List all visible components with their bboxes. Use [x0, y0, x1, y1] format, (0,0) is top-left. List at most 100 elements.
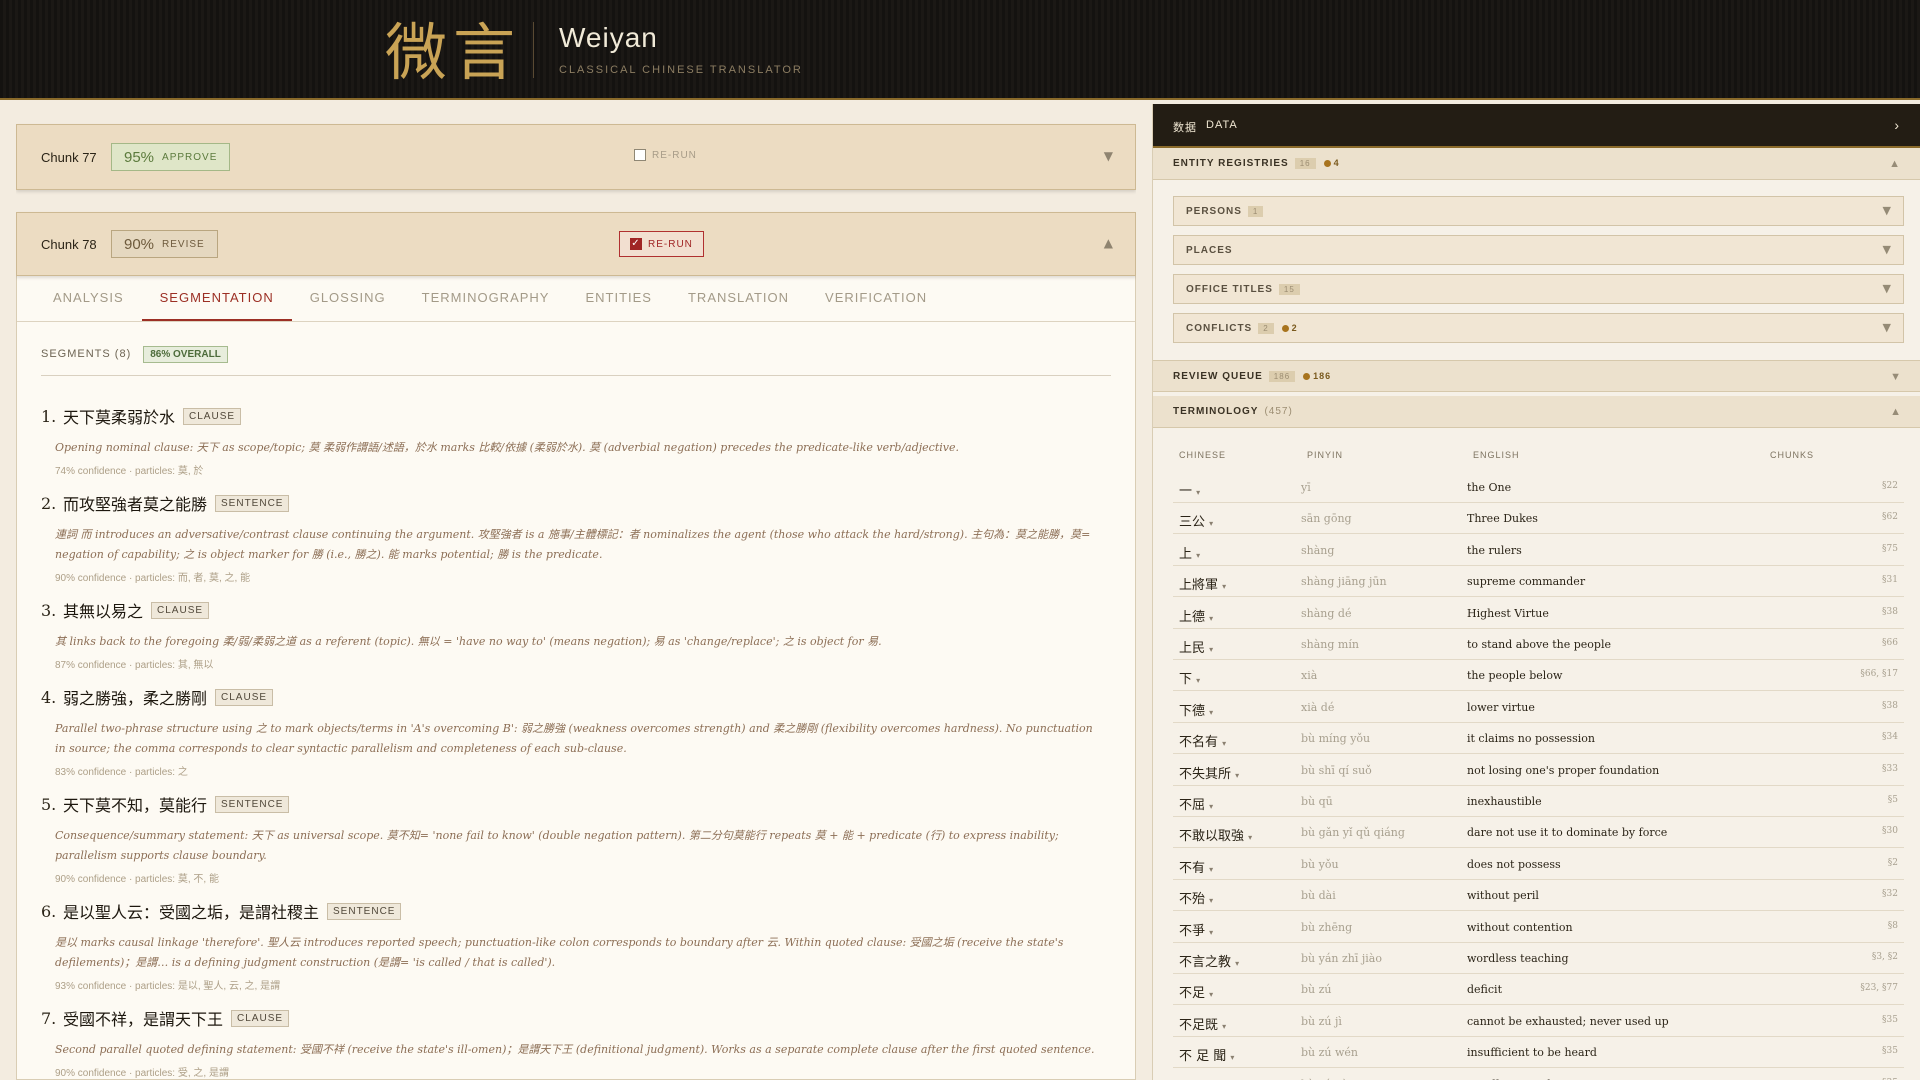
chevron-down-icon[interactable]: ▾	[1196, 488, 1200, 497]
table-row[interactable]: 下德 ▾ xià dé lower virtue §38	[1173, 692, 1904, 723]
chevron-down-icon[interactable]: ▾	[1209, 865, 1213, 874]
column-header[interactable]: PINYIN	[1307, 450, 1343, 460]
tab-terminography[interactable]: TERMINOGRAPHY	[404, 276, 568, 321]
term-english: cannot be exhausted; never used up	[1467, 1014, 1669, 1028]
term-chunks[interactable]: §2	[1888, 858, 1898, 868]
review-queue-header[interactable]: REVIEW QUEUE 186 186 ▼	[1153, 360, 1920, 392]
column-header[interactable]: CHUNKS	[1770, 450, 1814, 460]
tab-glossing[interactable]: GLOSSING	[292, 276, 404, 321]
table-row[interactable]: 不失其所 ▾ bù shī qí suǒ not losing one's prop…	[1173, 755, 1904, 786]
chevron-down-icon[interactable]: ▾	[1235, 771, 1239, 780]
chevron-down-icon[interactable]: ▼	[1883, 282, 1891, 295]
table-row[interactable]: 下 ▾ xià the people below §66, §17	[1173, 660, 1904, 692]
chevron-down-icon[interactable]: ▾	[1248, 833, 1252, 842]
tab-verification[interactable]: VERIFICATION	[807, 276, 945, 321]
term-chunks[interactable]: §3, §2	[1872, 952, 1898, 962]
chevron-up-icon[interactable]: ▲	[1104, 236, 1113, 250]
term-chunks[interactable]: §66	[1882, 638, 1898, 648]
chevron-down-icon[interactable]: ▾	[1209, 896, 1213, 905]
table-row[interactable]: 上德 ▾ shàng dé Highest Virtue §38	[1173, 598, 1904, 629]
term-chunks[interactable]: §30	[1882, 826, 1898, 836]
term-chunks[interactable]: §75	[1882, 544, 1898, 554]
chevron-down-icon[interactable]: ▾	[1196, 676, 1200, 685]
rerun-toggle[interactable]: RE-RUN	[634, 149, 697, 161]
term-chunks[interactable]: §38	[1882, 607, 1898, 617]
chevron-up-icon[interactable]: ▲	[1890, 406, 1901, 418]
table-row[interactable]: 不敢以取強 ▾ bù gǎn yǐ qǔ qiáng dare not use it…	[1173, 817, 1904, 849]
term-chunks[interactable]: §66, §17	[1860, 669, 1898, 679]
score-verdict: APPROVE	[162, 151, 218, 163]
tab-entities[interactable]: ENTITIES	[567, 276, 670, 321]
table-row[interactable]: 不爭 ▾ bù zhēng without contention §8	[1173, 912, 1904, 943]
table-row[interactable]: 不殆 ▾ bù dài without peril §32	[1173, 880, 1904, 912]
chevron-down-icon[interactable]: ▾	[1222, 739, 1226, 748]
rerun-checkbox[interactable]	[634, 149, 646, 161]
term-chunks[interactable]: §35	[1882, 1046, 1898, 1056]
terminology-header[interactable]: TERMINOLOGY (457) ▲	[1153, 396, 1920, 428]
chevron-down-icon[interactable]: ▾	[1209, 708, 1213, 717]
table-row[interactable]: 不名有 ▾ bù míng yǒu it claims no possession §…	[1173, 723, 1904, 755]
table-row[interactable]: 上 ▾ shàng the rulers §75	[1173, 535, 1904, 566]
chevron-down-icon[interactable]: ▾	[1209, 802, 1213, 811]
chevron-down-icon[interactable]: ▼	[1890, 371, 1901, 383]
table-row[interactable]: 不言之教 ▾ bù yán zhī jiào wordless teaching §3…	[1173, 943, 1904, 974]
chevron-down-icon[interactable]: ▼	[1883, 321, 1891, 334]
term-chunks[interactable]: §38	[1882, 701, 1898, 711]
segment-item: 2. 而攻堅強者莫之能勝 SENTENCE 連詞 而 introduces an a…	[41, 491, 1099, 585]
table-row[interactable]: 不足既 ▾ bù zú jì cannot be exhausted; never …	[1173, 1006, 1904, 1037]
chevron-down-icon[interactable]: ▾	[1222, 1022, 1226, 1031]
term-chunks[interactable]: §33	[1882, 764, 1898, 774]
term-chunks[interactable]: §22	[1882, 481, 1898, 491]
chevron-down-icon[interactable]: ▼	[1104, 149, 1113, 163]
registry-conflicts[interactable]: CONFLICTS 2 2 ▼	[1173, 313, 1904, 343]
chevron-down-icon[interactable]: ▼	[1883, 243, 1891, 256]
term-chunks[interactable]: §23, §77	[1860, 983, 1898, 993]
chevron-down-icon[interactable]: ▾	[1209, 614, 1213, 623]
chevron-down-icon[interactable]: ▾	[1222, 582, 1226, 591]
chevron-up-icon[interactable]: ▲	[1889, 158, 1900, 170]
term-chunks[interactable]: §31	[1882, 575, 1898, 585]
registry-office-titles[interactable]: OFFICE TITLES 15 ▼	[1173, 274, 1904, 304]
entity-registries-header[interactable]: ENTITY REGISTRIES 16 4 ▲	[1153, 148, 1920, 180]
chevron-down-icon[interactable]: ▾	[1209, 645, 1213, 654]
term-chunks[interactable]: §35	[1882, 1015, 1898, 1025]
chevron-down-icon[interactable]: ▾	[1196, 551, 1200, 560]
registry-persons[interactable]: PERSONS 1 ▼	[1173, 196, 1904, 226]
term-chunks[interactable]: §5	[1888, 795, 1898, 805]
column-header[interactable]: CHINESE	[1179, 450, 1226, 460]
term-pinyin: xià dé	[1301, 700, 1335, 714]
rerun-checkbox-checked[interactable]: ✓	[630, 238, 642, 250]
score-percent: 90%	[124, 235, 155, 253]
chevron-right-icon[interactable]: ›	[1894, 117, 1900, 133]
tab-translation[interactable]: TRANSLATION	[670, 276, 807, 321]
chevron-down-icon[interactable]: ▼	[1883, 204, 1891, 217]
tab-analysis[interactable]: ANALYSIS	[35, 276, 142, 321]
segment-note: 連詞 而 introduces an adversative/contrast …	[55, 528, 1091, 561]
tab-segmentation[interactable]: SEGMENTATION	[141, 276, 292, 321]
term-chunks[interactable]: §34	[1882, 732, 1898, 742]
chevron-down-icon[interactable]: ▾	[1230, 1053, 1234, 1062]
term-pinyin: shàng jiāng jūn	[1301, 575, 1387, 589]
rerun-toggle[interactable]: ✓ RE-RUN	[619, 231, 704, 257]
table-row[interactable]: 不足 ▾ bù zú deficit §23, §77	[1173, 974, 1904, 1006]
table-row[interactable]: 上將軍 ▾ shàng jiāng jūn supreme commander §31	[1173, 566, 1904, 598]
data-panel-header[interactable]: 数据 DATA ›	[1153, 104, 1920, 148]
chevron-down-icon[interactable]: ▾	[1209, 928, 1213, 937]
table-row[interactable]: 不屈 ▾ bù qū inexhaustible §5	[1173, 786, 1904, 817]
term-chunks[interactable]: §8	[1888, 921, 1898, 931]
table-row[interactable]: 三公 ▾ sān gōng Three Dukes §62	[1173, 503, 1904, 535]
chunk-78-header[interactable]: Chunk 78 90% REVISE ✓ RE-RUN ▲	[16, 212, 1136, 276]
table-row[interactable]: 不 足 聞 ▾ bù zú wén insufficient to be heard…	[1173, 1037, 1904, 1069]
table-row[interactable]: 上民 ▾ shàng mín to stand above the people §6…	[1173, 629, 1904, 660]
table-row[interactable]: 不 足 見 ▾bù zú jiàninsufficient to be seen…	[1173, 1069, 1904, 1080]
chevron-down-icon[interactable]: ▾	[1235, 959, 1239, 968]
term-chunks[interactable]: §32	[1882, 889, 1898, 899]
column-header[interactable]: ENGLISH	[1473, 450, 1520, 460]
registry-places[interactable]: PLACES ▼	[1173, 235, 1904, 265]
chunk-77-header[interactable]: Chunk 77 95% APPROVE RE-RUN ▼	[16, 124, 1136, 190]
chevron-down-icon[interactable]: ▾	[1209, 519, 1213, 528]
term-chunks[interactable]: §62	[1882, 512, 1898, 522]
chevron-down-icon[interactable]: ▾	[1209, 990, 1213, 999]
table-row[interactable]: 不有 ▾ bù yǒu does not possess §2	[1173, 849, 1904, 880]
table-row[interactable]: 一 ▾ yī the One §22	[1173, 472, 1904, 503]
